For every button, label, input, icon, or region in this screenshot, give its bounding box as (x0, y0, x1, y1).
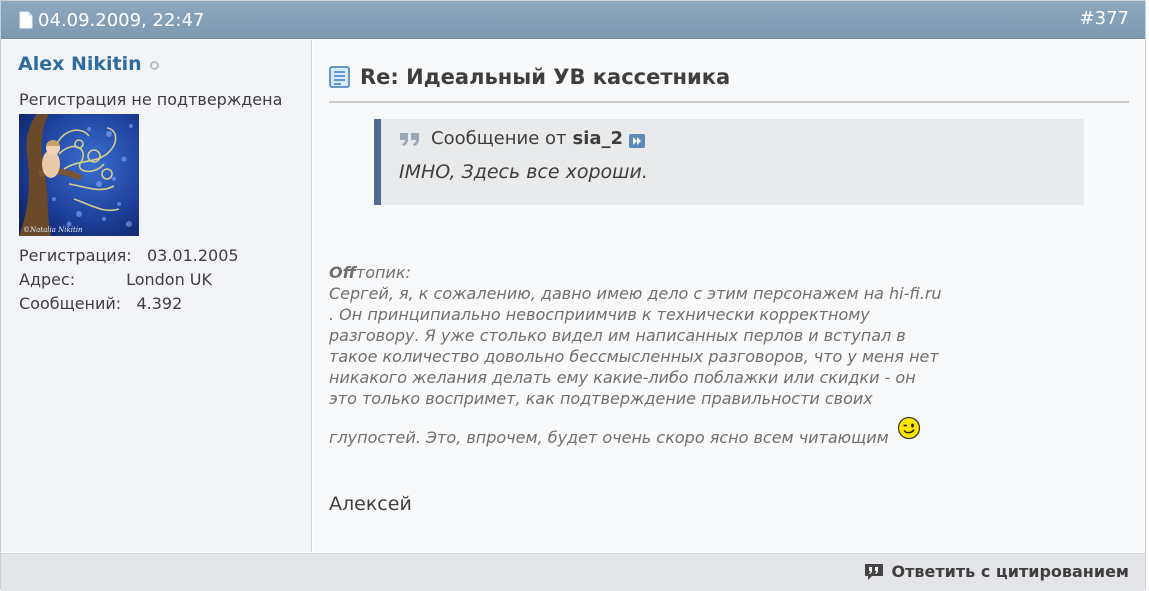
username-link[interactable]: Alex Nikitin (18, 53, 142, 75)
jump-to-post-icon[interactable] (629, 133, 646, 148)
post-date-text: 04.09.2009, 22:47 (38, 9, 205, 31)
user-info-panel: Alex Nikitin Регистрация не подтверждена (1, 40, 312, 552)
wink-smiley-icon (897, 416, 921, 440)
user-stats: Регистрация: 03.01.2005 Адрес: London UK… (19, 244, 239, 316)
user-title: Регистрация не подтверждена (19, 90, 283, 109)
stat-value: 03.01.2005 (146, 246, 239, 265)
stat-address: Адрес: London UK (19, 268, 239, 292)
offtopic-label-rest: топик: (355, 263, 411, 282)
post-date: 04.09.2009, 22:47 (19, 9, 204, 31)
post-footer: Ответить с цитированием (1, 553, 1145, 591)
reply-with-quote-label: Ответить с цитированием (891, 562, 1129, 581)
offtopic-line: . Он принципиально невосприимчив к техни… (329, 305, 870, 324)
quote-block: Сообщение от sia_2 IMHO, Здесь все хорош… (374, 119, 1084, 205)
offtopic-line: глупостей. Это, впрочем, будет очень ско… (329, 428, 889, 447)
offtopic-last-line: глупостей. Это, впрочем, будет очень ско… (329, 416, 989, 448)
post-document-icon (329, 66, 350, 88)
stat-label: Сообщений: (19, 294, 122, 313)
offtopic-line: никакого желания делать ему какие-либо п… (329, 368, 916, 387)
offtopic-label: Offтопик: (329, 262, 989, 283)
reply-with-quote-button[interactable]: Ответить с цитированием (864, 562, 1129, 581)
quote-header: Сообщение от sia_2 (399, 128, 646, 149)
offtopic-block: Offтопик: Сергей, я, к сожалению, давно … (329, 262, 989, 448)
offtopic-line: такое количество довольно бессмысленных … (329, 347, 939, 366)
offtopic-line: это только воспримет, как подтверждение … (329, 389, 873, 408)
post-header: 04.09.2009, 22:47 #377 (1, 1, 1145, 39)
post: 04.09.2009, 22:47 #377 Alex Nikitin Реги… (0, 0, 1146, 591)
stat-label: Адрес: (19, 270, 76, 289)
svg-text:©Natalia Nikitin: ©Natalia Nikitin (23, 226, 83, 234)
title-divider (329, 101, 1129, 103)
signature: Алексей (329, 493, 412, 515)
quote-marks-icon (399, 131, 421, 147)
quote-bubble-icon (864, 563, 884, 581)
post-content: Re: Идеальный УВ кассетника Сообщение от… (313, 40, 1145, 552)
offline-status-icon (149, 60, 159, 70)
post-number-link[interactable]: #377 (1080, 8, 1129, 29)
quote-text: IMHO, Здесь все хороши. (399, 161, 648, 183)
document-icon (19, 11, 33, 29)
quote-prefix: Сообщение от (431, 128, 567, 149)
stat-registration: Регистрация: 03.01.2005 (19, 244, 239, 268)
offtopic-label-bold: Off (329, 263, 356, 282)
post-title: Re: Идеальный УВ кассетника (360, 65, 731, 89)
quote-author: sia_2 (572, 128, 624, 149)
stat-value: 4.392 (136, 294, 183, 313)
avatar[interactable]: ©Natalia Nikitin (19, 114, 139, 236)
stat-label: Регистрация: (19, 246, 132, 265)
offtopic-line: Сергей, я, к сожалению, давно имею дело … (329, 284, 942, 303)
stat-posts: Сообщений: 4.392 (19, 292, 239, 316)
username-row: Alex Nikitin (18, 53, 159, 75)
post-title-row: Re: Идеальный УВ кассетника (329, 65, 730, 89)
stat-value: London UK (126, 270, 212, 289)
offtopic-line: разговору. Я уже столько видел им написа… (329, 326, 906, 345)
